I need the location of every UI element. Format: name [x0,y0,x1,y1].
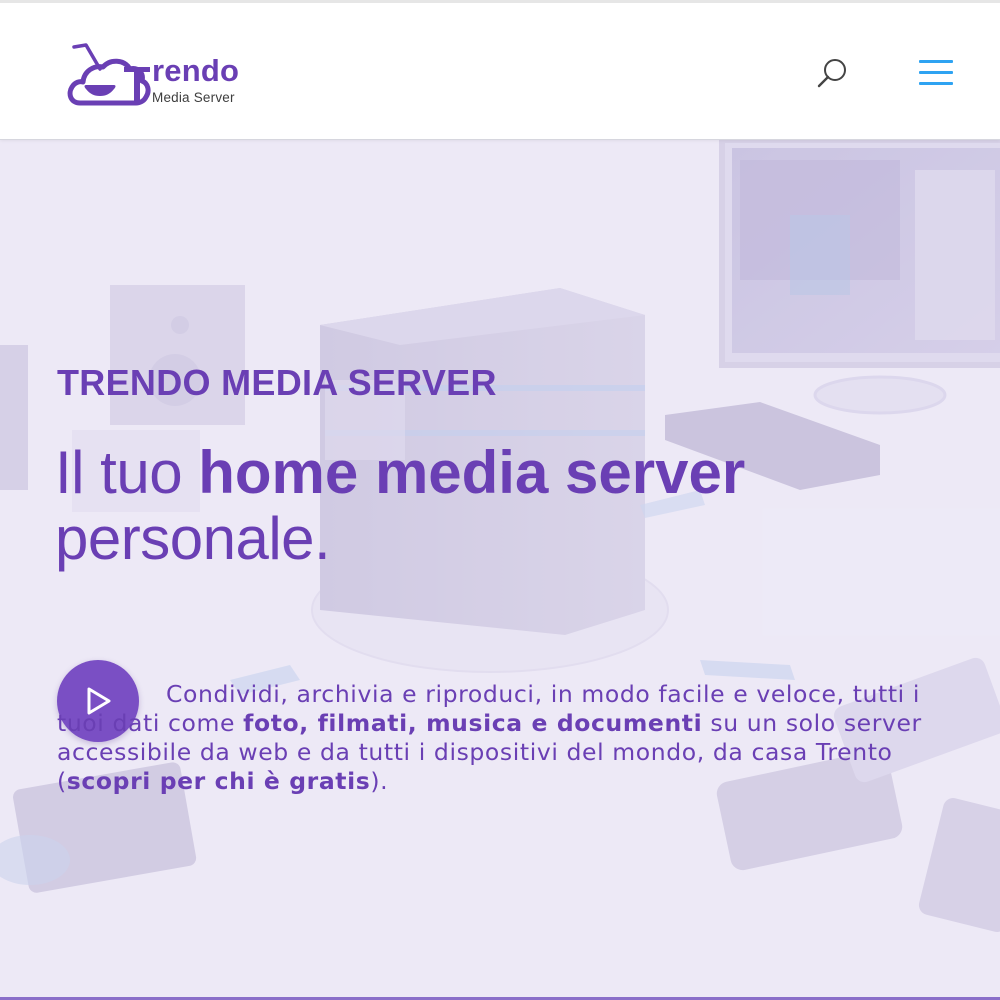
hamburger-menu-icon [919,60,953,63]
hero-description: Condividi, archivia e riproduci, in modo… [57,680,967,796]
description-text-3: ). [370,767,389,795]
hamburger-menu-button[interactable] [916,57,956,89]
logo-link[interactable]: rendo Media Server [66,41,266,111]
logo-subtitle: Media Server [152,90,235,105]
search-icon [817,59,846,88]
logo-wordmark: rendo [152,53,240,88]
headline-light-2: personale. [55,505,331,572]
cloud-logo-icon [67,43,151,106]
hamburger-line [919,71,953,74]
site-header: rendo Media Server [0,0,1000,140]
search-button[interactable] [812,55,852,95]
hero-section: TRENDO MEDIA SERVER Il tuo home media se… [0,140,1000,1000]
free-for-whom-link[interactable]: scopri per chi è gratis [67,767,371,795]
hero-eyebrow: TRENDO MEDIA SERVER [57,362,497,403]
hamburger-line [919,82,953,85]
description-highlight: foto, filmati, musica e documenti [243,709,703,737]
headline-light-1: Il tuo [55,439,199,506]
hero-headline: Il tuo home media server personale. [55,440,915,572]
headline-bold: home media server [198,439,746,506]
